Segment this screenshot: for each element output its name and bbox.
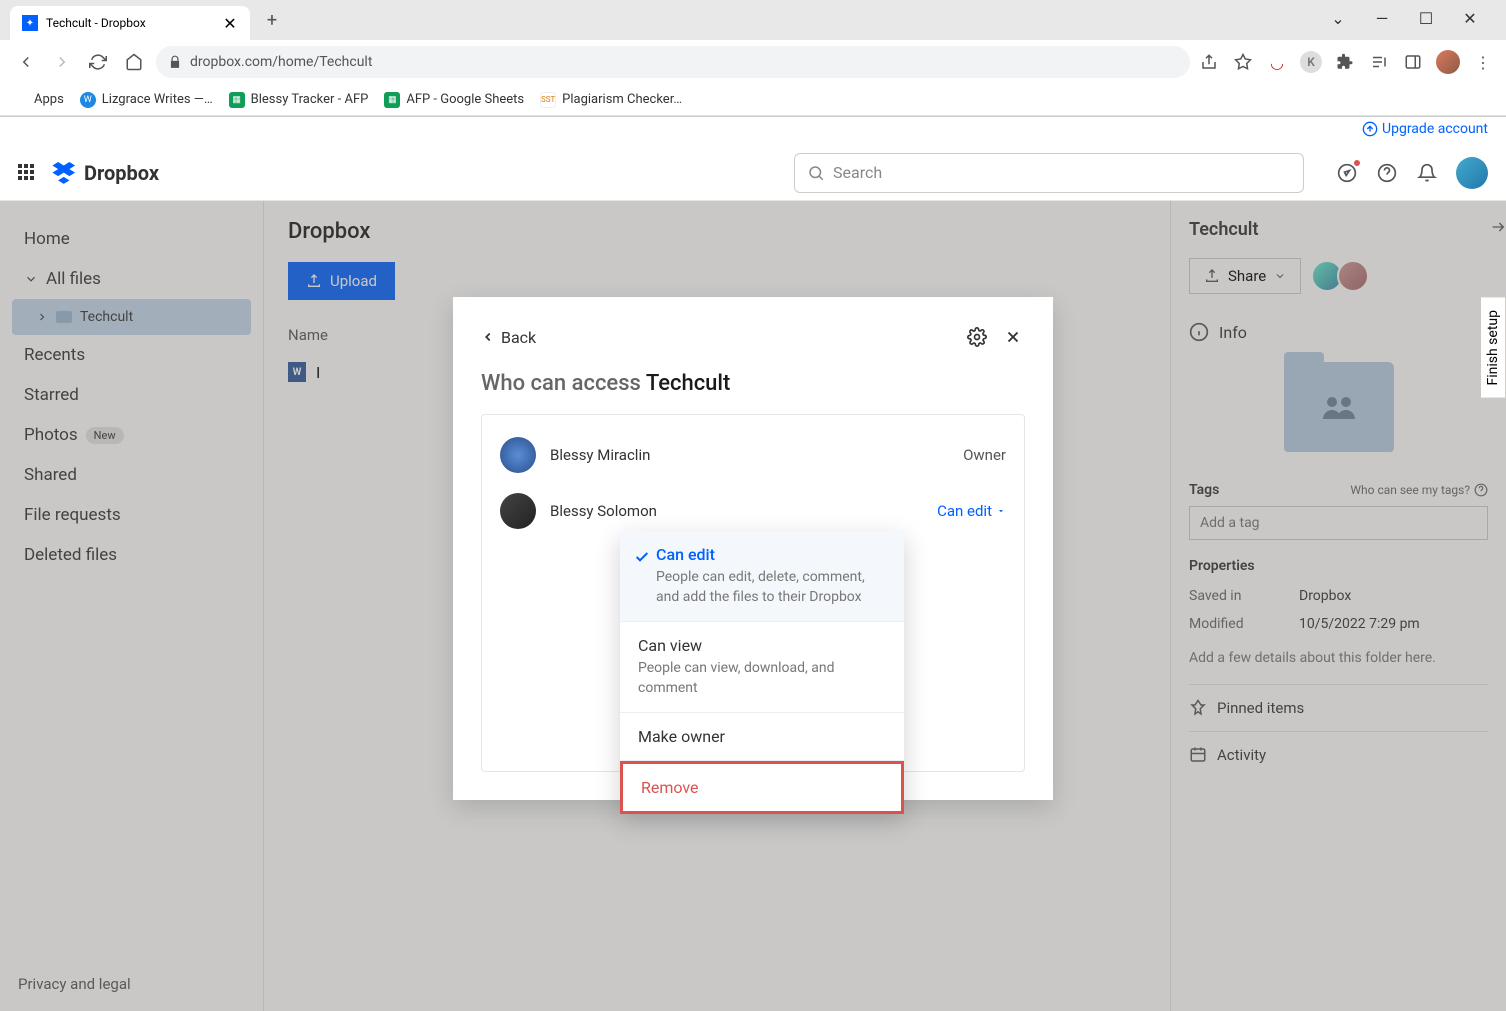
upgrade-link[interactable]: Upgrade account (1362, 121, 1488, 137)
popover-item-can-edit[interactable]: Can edit People can edit, delete, commen… (620, 531, 904, 622)
sidepanel-icon[interactable] (1402, 51, 1424, 73)
back-label: Back (501, 328, 536, 347)
profile-k-icon[interactable]: K (1300, 51, 1322, 73)
explore-icon[interactable] (1336, 162, 1358, 184)
finish-setup-tab[interactable]: Finish setup (1481, 297, 1506, 399)
bookmark-blessy-tracker[interactable]: ▦ Blessy Tracker - AFP (229, 92, 369, 108)
browser-menu-icon[interactable]: ⋮ (1472, 51, 1494, 73)
popover-item-remove[interactable]: Remove (620, 761, 904, 814)
bookmark-lizgrace[interactable]: W Lizgrace Writes —… (80, 92, 213, 108)
close-modal-icon[interactable] (1001, 325, 1025, 349)
bookmark-label: Apps (34, 92, 64, 107)
address-bar[interactable]: dropbox.com/home/Techcult (156, 46, 1190, 78)
mcafee-icon[interactable]: ◡ (1266, 51, 1288, 73)
check-icon (634, 549, 650, 565)
popover-title: Remove (641, 778, 883, 797)
upgrade-label: Upgrade account (1382, 121, 1488, 137)
search-input[interactable]: Search (794, 153, 1304, 193)
share-page-icon[interactable] (1198, 51, 1220, 73)
modal-title: Who can access Techcult (481, 371, 1025, 396)
app-launcher-icon[interactable] (18, 164, 36, 182)
bookmark-label: Blessy Tracker - AFP (251, 92, 369, 107)
avatar (500, 437, 536, 473)
popover-item-make-owner[interactable]: Make owner (620, 713, 904, 761)
bookmark-label: Plagiarism Checker… (562, 92, 682, 107)
extensions-icon[interactable] (1334, 51, 1356, 73)
modal-back-button[interactable]: Back (481, 328, 536, 347)
back-button[interactable] (12, 48, 40, 76)
popover-title: Make owner (638, 727, 886, 746)
chevron-left-icon (481, 330, 495, 344)
home-button[interactable] (120, 48, 148, 76)
bookmark-star-icon[interactable] (1232, 51, 1254, 73)
chevron-down-icon[interactable]: ⌄ (1320, 8, 1356, 28)
settings-icon[interactable] (965, 325, 989, 349)
reading-list-icon[interactable] (1368, 51, 1390, 73)
forward-button[interactable] (48, 48, 76, 76)
popover-desc: People can view, download, and comment (638, 659, 886, 698)
dropbox-favicon: ✦ (22, 15, 38, 31)
modal-folder-name: Techcult (646, 371, 731, 396)
minimize-icon[interactable]: — (1364, 8, 1400, 28)
browser-tab[interactable]: ✦ Techcult - Dropbox ✕ (10, 6, 250, 40)
modal-title-prefix: Who can access (481, 371, 646, 396)
person-row-owner: Blessy Miraclin Owner (500, 427, 1006, 483)
permission-dropdown[interactable]: Can edit (937, 502, 1006, 520)
close-window-icon[interactable]: ✕ (1452, 8, 1488, 28)
search-icon (807, 164, 825, 182)
url-text: dropbox.com/home/Techcult (190, 54, 372, 70)
person-role: Owner (963, 446, 1006, 464)
maximize-icon[interactable]: ☐ (1408, 8, 1444, 28)
notification-dot-icon (1354, 160, 1360, 166)
bookmark-label: Lizgrace Writes —… (102, 92, 213, 107)
notifications-icon[interactable] (1416, 162, 1438, 184)
bookmark-plagiarism[interactable]: SST Plagiarism Checker… (540, 92, 682, 108)
person-name: Blessy Miraclin (550, 446, 963, 464)
popover-item-can-view[interactable]: Can view People can view, download, and … (620, 622, 904, 713)
caret-down-icon (996, 506, 1006, 516)
help-icon[interactable] (1376, 162, 1398, 184)
permission-popover: Can edit People can edit, delete, commen… (620, 531, 904, 814)
new-tab-button[interactable]: + (258, 6, 286, 34)
lock-icon (168, 55, 182, 69)
bookmark-label: AFP - Google Sheets (406, 92, 524, 107)
bookmark-apps[interactable]: Apps (12, 92, 64, 108)
person-name: Blessy Solomon (550, 502, 937, 520)
upgrade-icon (1362, 121, 1378, 137)
reload-button[interactable] (84, 48, 112, 76)
tab-title: Techcult - Dropbox (46, 16, 214, 30)
browser-avatar[interactable] (1436, 50, 1460, 74)
tab-close-icon[interactable]: ✕ (222, 15, 238, 31)
permission-label: Can edit (937, 502, 992, 520)
dropbox-glyph-icon (52, 162, 78, 184)
dropbox-logo[interactable]: Dropbox (52, 161, 159, 185)
search-placeholder: Search (833, 163, 882, 182)
popover-title: Can view (638, 636, 886, 655)
popover-title: Can edit (656, 545, 886, 564)
popover-desc: People can edit, delete, comment, and ad… (656, 568, 886, 607)
user-avatar[interactable] (1456, 157, 1488, 189)
bookmark-afp-sheets[interactable]: ▦ AFP - Google Sheets (384, 92, 524, 108)
logo-text: Dropbox (84, 161, 159, 185)
avatar (500, 493, 536, 529)
